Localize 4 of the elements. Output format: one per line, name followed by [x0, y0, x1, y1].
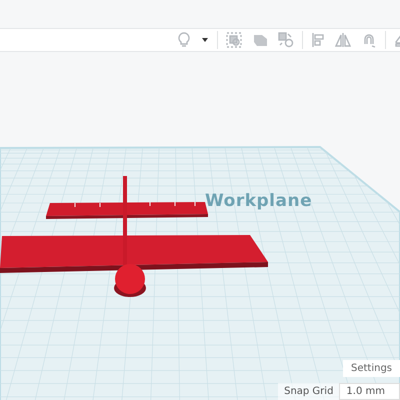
snap-grid-label: Snap Grid — [284, 386, 334, 397]
workplane-label: Workplane — [205, 191, 312, 211]
snap-grid-dropdown[interactable]: 1.0 mm — [339, 383, 400, 400]
settings-button[interactable]: Settings — [342, 360, 400, 377]
